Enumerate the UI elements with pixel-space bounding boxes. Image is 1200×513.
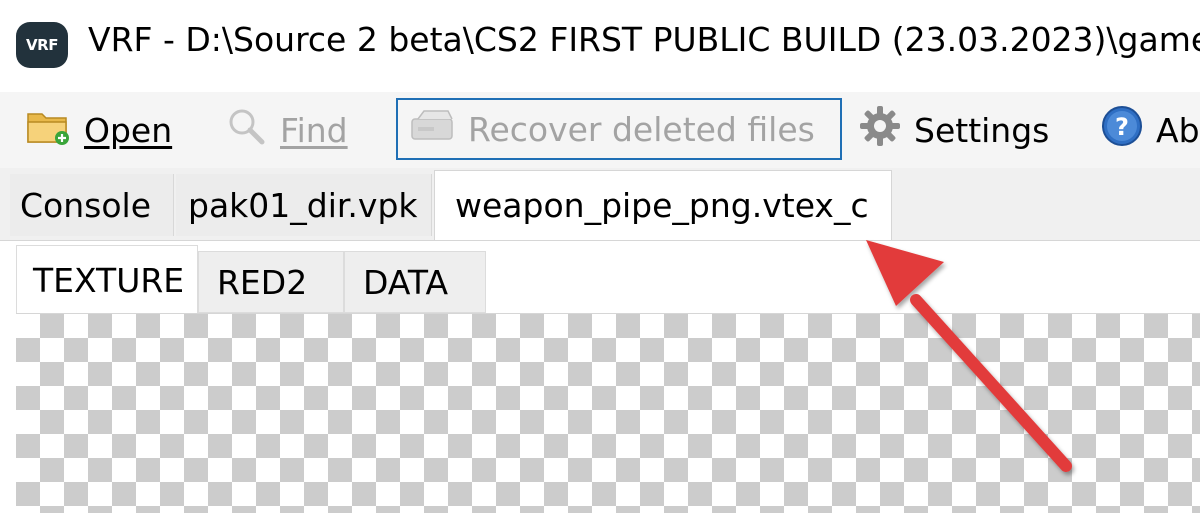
tab-console[interactable]: Console	[10, 174, 174, 236]
open-label: Open	[84, 110, 173, 150]
title-bar: VRF VRF - D:\Source 2 beta\CS2 FIRST PUB…	[0, 0, 1200, 92]
window-title: VRF - D:\Source 2 beta\CS2 FIRST PUBLIC …	[88, 20, 1200, 59]
about-button[interactable]: ? Ab	[1100, 92, 1200, 168]
tab-weapon-label: weapon_pipe_png.vtex_c	[455, 186, 869, 225]
app-logo: VRF	[16, 22, 68, 68]
tab-pak01-dir-vpk[interactable]: pak01_dir.vpk	[176, 174, 432, 236]
subtab-data-label: DATA	[363, 262, 449, 302]
settings-label: Settings	[914, 110, 1050, 150]
folder-open-icon	[26, 106, 72, 154]
recover-drive-icon	[408, 105, 456, 153]
find-button[interactable]: Find	[226, 92, 348, 168]
svg-text:?: ?	[1115, 113, 1129, 141]
subtab-red2[interactable]: RED2	[198, 251, 344, 313]
help-icon: ?	[1100, 104, 1144, 156]
subtab-data[interactable]: DATA	[344, 251, 486, 313]
gear-icon	[858, 104, 902, 156]
toolbar: Open Find Recover deleted files Settings…	[0, 92, 1200, 168]
recover-deleted-files-button[interactable]: Recover deleted files	[396, 98, 842, 160]
subtab-red2-label: RED2	[217, 262, 308, 302]
subtab-texture[interactable]: TEXTURE	[16, 245, 198, 315]
tab-pak-label: pak01_dir.vpk	[188, 185, 418, 225]
open-button[interactable]: Open	[26, 92, 172, 168]
settings-button[interactable]: Settings	[858, 92, 1049, 168]
texture-viewer-panel: TEXTURE RED2 DATA	[0, 240, 1200, 513]
transparency-checkerboard	[16, 313, 1200, 513]
tab-console-label: Console	[20, 185, 152, 225]
app-logo-text: VRF	[26, 36, 58, 54]
tab-weapon-pipe-vtex[interactable]: weapon_pipe_png.vtex_c	[434, 170, 892, 240]
search-icon	[226, 106, 268, 154]
file-tab-strip: Console pak01_dir.vpk weapon_pipe_png.vt…	[0, 168, 1200, 240]
subtab-texture-label: TEXTURE	[33, 261, 185, 300]
recover-label: Recover deleted files	[468, 109, 815, 149]
about-label: Ab	[1156, 110, 1200, 150]
find-label: Find	[280, 110, 348, 150]
